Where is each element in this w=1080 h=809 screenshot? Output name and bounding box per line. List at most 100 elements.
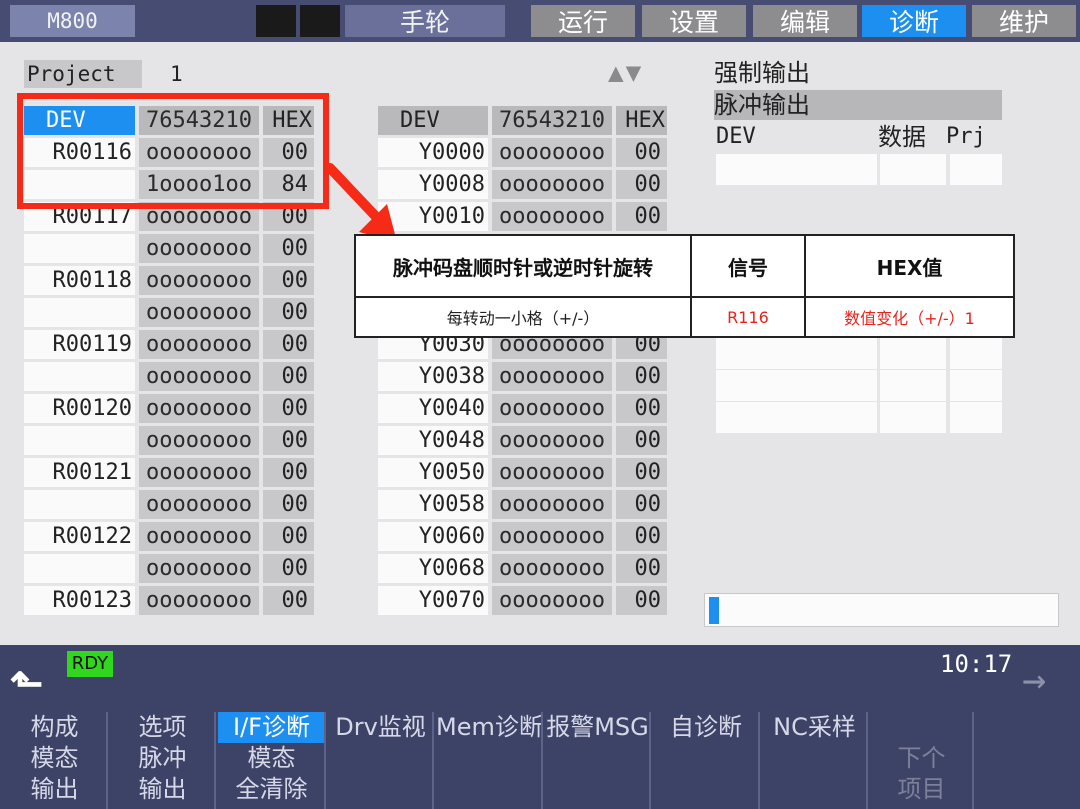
callout-header-hex: HEX值 (876, 255, 943, 280)
forced-output-cell[interactable] (716, 370, 877, 401)
softkey-drv-monitor[interactable]: Drv监视 (328, 712, 433, 809)
menu-next-arrow-icon[interactable]: → (1022, 660, 1046, 700)
device-address-cell[interactable]: R00119 (24, 330, 135, 359)
device-address-cell[interactable] (24, 298, 135, 327)
bit-pattern-cell: oooooooo (139, 330, 259, 359)
device-address-cell[interactable]: Y0050 (378, 458, 488, 487)
softkey-divider (106, 712, 108, 809)
column-header-dev[interactable]: DEV (378, 106, 488, 135)
softkey-nc-sampling[interactable]: NC采样 (762, 712, 867, 809)
softkey-label-line: 模态 (30, 744, 79, 772)
forced-output-cell[interactable] (950, 402, 1002, 433)
softkey-divider (214, 712, 216, 809)
device-address-cell[interactable]: R00122 (24, 522, 135, 551)
hex-value-cell: 00 (263, 330, 314, 359)
forced-output-cell[interactable] (950, 338, 1002, 369)
forced-output-cell[interactable] (716, 154, 877, 185)
softkey-option[interactable]: 选项 脉冲 输出 (110, 712, 215, 809)
device-address-cell[interactable]: Y0060 (378, 522, 488, 551)
softkey-divider (649, 712, 651, 809)
softkey-divider (541, 712, 543, 809)
bit-pattern-cell: oooooooo (139, 394, 259, 423)
hex-value-cell: 00 (616, 426, 667, 455)
tab-run[interactable]: 运行 (531, 5, 635, 37)
bit-pattern-cell: oooooooo (492, 522, 612, 551)
device-address-cell[interactable]: Y0070 (378, 586, 488, 615)
softkey-divider (432, 712, 434, 809)
page-scroll-arrows-icon[interactable]: ▲▼ (608, 58, 643, 88)
hex-value-cell: 00 (616, 554, 667, 583)
softkey-label-line: 项目 (897, 775, 946, 803)
softkey-label-line (762, 774, 867, 805)
hex-value-cell: 00 (616, 202, 667, 231)
tab-edit[interactable]: 编辑 (753, 5, 857, 37)
softkey-label-line (545, 774, 650, 805)
softkey-label-line: 脉冲 (138, 744, 187, 772)
progress-fill (709, 597, 719, 624)
menu-up-arrow-icon[interactable]: ⬑ (10, 664, 43, 704)
project-label: Project (24, 60, 142, 88)
bit-pattern-cell: oooooooo (492, 586, 612, 615)
device-address-cell[interactable] (24, 362, 135, 391)
device-address-cell[interactable]: R00121 (24, 458, 135, 487)
forced-output-cell[interactable] (716, 338, 877, 369)
highlight-box (17, 93, 329, 209)
hex-value-cell: 00 (616, 362, 667, 391)
tab-diagnosis[interactable]: 诊断 (862, 5, 966, 37)
forced-output-cell[interactable] (880, 338, 946, 369)
hex-value-cell: 00 (616, 586, 667, 615)
softkey-label-line (328, 743, 433, 774)
softkey-self-diagnosis[interactable]: 自诊断 (653, 712, 759, 809)
softkey-alarm-msg[interactable]: 报警MSG (545, 712, 650, 809)
column-header-hex: HEX (616, 106, 667, 135)
hex-value-cell: 00 (263, 426, 314, 455)
softkey-label-line: 全清除 (235, 775, 308, 803)
device-address-cell[interactable]: Y0058 (378, 490, 488, 519)
bit-pattern-cell: oooooooo (139, 362, 259, 391)
device-address-cell[interactable]: R00118 (24, 266, 135, 295)
bit-pattern-cell: oooooooo (139, 490, 259, 519)
bit-pattern-cell: oooooooo (492, 426, 612, 455)
device-address-cell[interactable]: Y0048 (378, 426, 488, 455)
forced-output-cell[interactable] (950, 154, 1002, 185)
hex-value-cell: 00 (263, 522, 314, 551)
pulse-output-title: 脉冲输出 (714, 90, 1002, 120)
device-address-cell[interactable] (24, 554, 135, 583)
bit-pattern-cell: oooooooo (492, 170, 612, 199)
softkey-label-line: Mem诊断 (436, 713, 543, 741)
annotation-callout-table: 脉冲码盘顺时针或逆时针旋转 信号 HEX值 每转动一小格（+/-） R116 数… (354, 234, 1015, 338)
bit-pattern-cell: oooooooo (139, 298, 259, 327)
softkey-if-diagnosis[interactable]: I/F诊断 模态 全清除 (218, 712, 325, 809)
tab-setup[interactable]: 设置 (642, 5, 746, 37)
forced-output-cell[interactable] (880, 154, 946, 185)
operation-mode-label: 手轮 (345, 5, 505, 37)
indicator-block (300, 5, 340, 37)
device-address-cell[interactable]: R00123 (24, 586, 135, 615)
bit-pattern-cell: oooooooo (139, 234, 259, 263)
device-address-cell[interactable] (24, 234, 135, 263)
softkey-empty[interactable] (976, 712, 1079, 809)
hex-value-cell: 00 (616, 138, 667, 167)
forced-output-cell[interactable] (950, 370, 1002, 401)
bit-pattern-cell: oooooooo (139, 522, 259, 551)
forced-output-cell[interactable] (880, 402, 946, 433)
callout-header-action: 脉冲码盘顺时针或逆时针旋转 (393, 255, 653, 280)
project-value[interactable]: 1 (170, 60, 183, 88)
softkey-next-item[interactable]: 下个 项目 (870, 712, 973, 809)
softkey-divider (866, 712, 868, 809)
device-address-cell[interactable]: Y0038 (378, 362, 488, 391)
forced-output-cell[interactable] (880, 370, 946, 401)
device-address-cell[interactable] (24, 490, 135, 519)
tab-maintenance[interactable]: 维护 (972, 5, 1076, 37)
softkey-label-line: I/F诊断 (218, 712, 325, 743)
hex-value-cell: 00 (263, 586, 314, 615)
forced-output-cell[interactable] (716, 402, 877, 433)
callout-body-hex: 数值变化（+/-）1 (844, 309, 975, 328)
device-address-cell[interactable] (24, 426, 135, 455)
device-address-cell[interactable]: Y0068 (378, 554, 488, 583)
softkey-config[interactable]: 构成 模态 输出 (2, 712, 107, 809)
softkey-mem-diagnosis[interactable]: Mem诊断 (436, 712, 543, 809)
device-address-cell[interactable]: R00120 (24, 394, 135, 423)
device-address-cell[interactable]: Y0040 (378, 394, 488, 423)
top-bar: M800 手轮 运行 设置 编辑 诊断 维护 (0, 0, 1080, 42)
